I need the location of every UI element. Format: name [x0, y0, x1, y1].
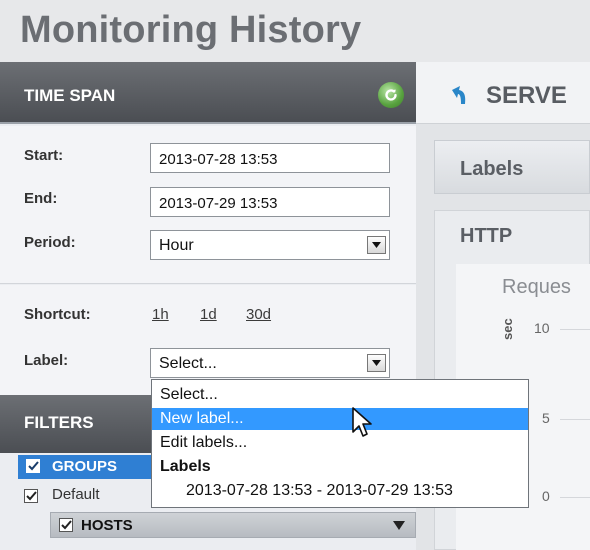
dropdown-option-saved-label[interactable]: 2013-07-28 13:53 - 2013-07-29 13:53	[152, 480, 528, 502]
hosts-label: HOSTS	[81, 517, 133, 534]
refresh-icon[interactable]	[378, 82, 404, 108]
groups-checkbox[interactable]	[26, 459, 40, 473]
hosts-row[interactable]: HOSTS	[50, 512, 416, 538]
chart-gridline	[560, 419, 590, 420]
server-arrow-icon[interactable]	[446, 84, 470, 108]
shortcut-1h-link[interactable]: 1h	[152, 306, 169, 323]
y-tick-10: 10	[534, 320, 550, 336]
dropdown-option-select[interactable]: Select...	[152, 384, 528, 406]
dropdown-option-new-label[interactable]: New label...	[152, 408, 528, 430]
time-span-header: TIME SPAN	[0, 62, 416, 124]
chevron-down-icon[interactable]	[367, 236, 386, 254]
start-label: Start:	[24, 147, 64, 164]
label-dropdown-list[interactable]: Select... New label... Edit labels... La…	[151, 379, 529, 508]
period-select[interactable]: Hour	[150, 230, 390, 260]
dropdown-option-edit-labels[interactable]: Edit labels...	[152, 432, 528, 454]
server-title: SERVE	[486, 82, 567, 109]
collapse-arrow-icon[interactable]	[393, 519, 405, 531]
default-group-label: Default	[52, 486, 100, 503]
chart-gridline	[560, 329, 590, 330]
groups-label: GROUPS	[52, 458, 118, 475]
end-input[interactable]: 2013-07-29 13:53	[150, 187, 390, 217]
time-span-title: TIME SPAN	[24, 86, 116, 105]
period-select-value: Hour	[159, 237, 194, 254]
page-title: Monitoring History	[20, 9, 362, 51]
period-label: Period:	[24, 234, 76, 251]
title-bar: Monitoring History	[0, 0, 590, 62]
default-checkbox[interactable]	[24, 489, 38, 503]
mouse-pointer-icon	[352, 407, 372, 437]
http-section-title: HTTP	[460, 225, 513, 247]
chart-gridline	[560, 497, 590, 498]
filters-title: FILTERS	[24, 413, 94, 432]
chart-y-axis-label: sec	[500, 318, 515, 340]
label-select[interactable]: Select...	[150, 348, 390, 378]
y-tick-5: 5	[542, 410, 550, 426]
shortcut-label: Shortcut:	[24, 306, 91, 323]
shortcut-1d-link[interactable]: 1d	[200, 306, 217, 323]
label-field-label: Label:	[24, 352, 69, 369]
dropdown-group-labels: Labels	[160, 458, 211, 475]
chevron-down-icon[interactable]	[367, 354, 386, 372]
hosts-checkbox[interactable]	[59, 518, 73, 532]
chart-title: Reques	[502, 276, 571, 298]
labels-section-title: Labels	[460, 158, 524, 180]
y-tick-0: 0	[542, 488, 550, 504]
label-select-value: Select...	[159, 355, 217, 372]
end-label: End:	[24, 190, 58, 207]
shortcut-30d-link[interactable]: 30d	[246, 306, 271, 323]
start-input[interactable]: 2013-07-28 13:53	[150, 143, 390, 173]
